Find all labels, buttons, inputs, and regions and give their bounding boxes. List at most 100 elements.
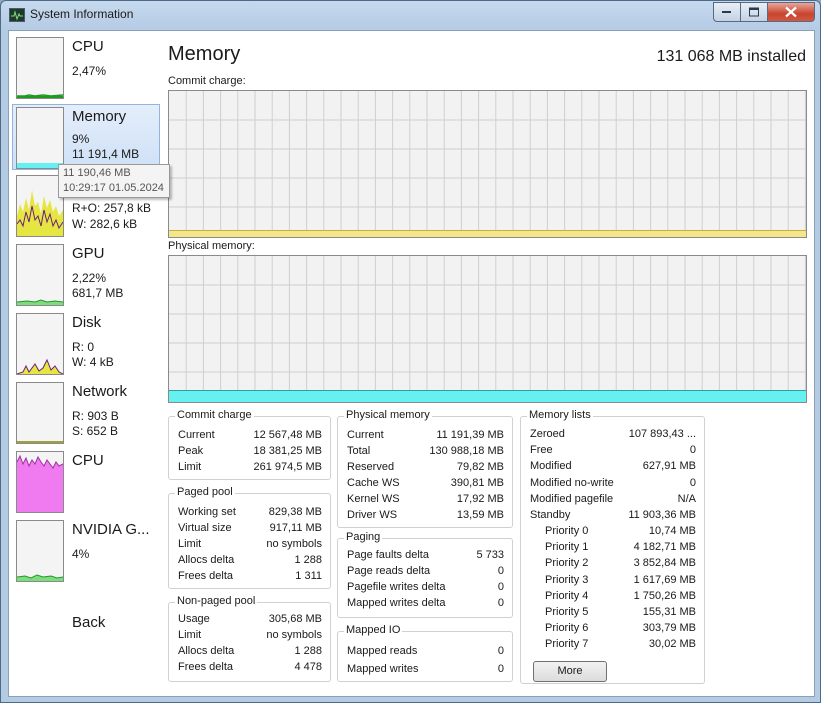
row-key: Modified pagefile — [530, 493, 614, 505]
row-key: Modified no-write — [530, 477, 614, 489]
table-row: Pagefile writes delta 0 — [338, 581, 512, 597]
row-key: Mapped writes delta — [347, 597, 446, 609]
table-row: Limit no symbols — [169, 629, 330, 645]
row-value: 0 — [497, 581, 504, 593]
row-key: Priority 0 — [545, 525, 589, 537]
close-button[interactable] — [767, 2, 815, 22]
io-mini-graph — [16, 175, 64, 237]
table-row: Page reads delta 0 — [338, 565, 512, 581]
sidebar-item-title: Memory — [72, 108, 127, 125]
table-row: Priority 5 155,31 MB — [521, 606, 704, 622]
table-row: Free 0 — [521, 444, 704, 460]
row-key: Frees delta — [178, 661, 234, 673]
sidebar-item-nvidia-gpu[interactable]: NVIDIA G... 4% — [13, 518, 159, 582]
row-value: 1 288 — [294, 645, 322, 657]
row-value: 130 988,18 MB — [429, 445, 504, 457]
tooltip-time: 10:29:17 01.05.2024 — [63, 182, 164, 194]
client-area: CPU 2,47% Memory 9% 11 191,4 MB R+O: 257… — [8, 30, 815, 697]
panel-title: Physical memory — [344, 409, 432, 421]
row-value: 107 893,43 ... — [628, 428, 696, 440]
commit-charge-graph — [168, 90, 807, 238]
row-value: 1 288 — [294, 554, 322, 566]
sidebar-item-value: 2,22% — [72, 271, 107, 285]
gpu-mini-graph — [16, 244, 64, 306]
row-key: Priority 3 — [545, 574, 589, 586]
row-value: 13,59 MB — [456, 509, 504, 521]
table-row: Usage 305,68 MB — [169, 613, 330, 629]
row-value: 17,92 MB — [456, 493, 504, 505]
table-row: Reserved 79,82 MB — [338, 461, 512, 477]
row-value: 3 852,84 MB — [633, 557, 696, 569]
sidebar-item-gpu[interactable]: GPU 2,22% 681,7 MB — [13, 242, 159, 306]
mapped-io-panel: Mapped IO Mapped reads 0 Mapped writes 0 — [337, 624, 513, 682]
panel-title: Paged pool — [175, 486, 235, 498]
commit-charge-panel: Commit charge Current 12 567,48 MB Peak 18… — [168, 409, 331, 480]
table-row: Modified 627,91 MB — [521, 460, 704, 476]
table-row: Standby 11 903,36 MB — [521, 509, 704, 525]
row-value: 0 — [497, 597, 504, 609]
row-key: Usage — [178, 613, 210, 625]
sidebar-item-value: S: 652 B — [72, 424, 119, 438]
sidebar-item-network[interactable]: Network R: 903 B S: 652 B — [13, 380, 159, 444]
paging-panel: Paging Page faults delta 5 733 Page reads… — [337, 531, 513, 618]
sidebar-item-cpu[interactable]: CPU 2,47% — [13, 35, 159, 99]
row-value: 0 — [497, 645, 504, 657]
row-key: Cache WS — [347, 477, 400, 489]
row-key: Frees delta — [178, 570, 234, 582]
row-key: Allocs delta — [178, 645, 235, 657]
sidebar-item-cpu-2[interactable]: CPU — [13, 449, 159, 513]
row-key: Page reads delta — [347, 565, 431, 577]
row-value: no symbols — [266, 629, 322, 641]
minimize-button[interactable] — [713, 2, 741, 22]
sidebar-item-title: CPU — [72, 452, 104, 469]
row-value: 155,31 MB — [642, 606, 696, 618]
row-key: Reserved — [347, 461, 395, 473]
close-icon — [785, 6, 797, 18]
row-value: N/A — [677, 493, 696, 505]
sidebar-item-title: NVIDIA G... — [72, 521, 150, 538]
graph-fill-area — [169, 230, 806, 237]
row-key: Priority 5 — [545, 606, 589, 618]
more-button[interactable]: More — [533, 661, 607, 682]
table-row: Priority 2 3 852,84 MB — [521, 557, 704, 573]
table-row: Modified no-write 0 — [521, 477, 704, 493]
sidebar-item-title: GPU — [72, 245, 105, 262]
row-value: 4 478 — [294, 661, 322, 673]
sidebar-item-title: Network — [72, 383, 128, 400]
paged-pool-panel: Paged pool Working set 829,38 MB Virtual … — [168, 486, 331, 589]
row-key: Mapped writes — [347, 663, 419, 675]
installed-memory: 131 068 MB installed — [656, 48, 806, 65]
row-key: Virtual size — [178, 522, 232, 534]
panel-title: Paging — [344, 531, 383, 543]
row-key: Priority 6 — [545, 622, 589, 634]
title-bar[interactable]: System Information — [1, 1, 820, 29]
maximize-button[interactable] — [740, 2, 768, 22]
table-row: Virtual size 917,11 MB — [169, 522, 330, 538]
row-value: 12 567,48 MB — [253, 429, 323, 441]
row-value: 261 974,5 MB — [253, 461, 323, 473]
row-value: 303,79 MB — [642, 622, 696, 634]
nvidia-gpu-mini-graph — [16, 520, 64, 582]
network-mini-graph — [16, 382, 64, 444]
row-value: 11 191,39 MB — [436, 429, 504, 441]
table-row: Priority 4 1 750,26 MB — [521, 590, 704, 606]
maximize-icon — [749, 7, 759, 17]
table-row: Priority 3 1 617,69 MB — [521, 574, 704, 590]
row-value: 11 903,36 MB — [628, 509, 696, 521]
table-row: Frees delta 1 311 — [169, 570, 330, 586]
memory-mini-graph — [16, 107, 64, 169]
table-row: Zeroed 107 893,43 ... — [521, 428, 704, 444]
row-key: Limit — [178, 538, 202, 550]
table-row: Priority 0 10,74 MB — [521, 525, 704, 541]
row-key: Priority 1 — [545, 541, 589, 553]
row-value: 1 750,26 MB — [633, 590, 696, 602]
table-row: Working set 829,38 MB — [169, 506, 330, 522]
table-row: Mapped reads 0 — [338, 645, 512, 661]
row-key: Limit — [178, 629, 202, 641]
commit-charge-graph-label: Commit charge: — [168, 75, 246, 87]
back-link[interactable]: Back — [72, 614, 105, 631]
sidebar-item-disk[interactable]: Disk R: 0 W: 4 kB — [13, 311, 159, 375]
row-value: 1 617,69 MB — [633, 574, 696, 586]
sidebar-item-memory[interactable]: Memory 9% 11 191,4 MB — [12, 104, 160, 170]
sidebar-item-value: 681,7 MB — [72, 286, 124, 300]
